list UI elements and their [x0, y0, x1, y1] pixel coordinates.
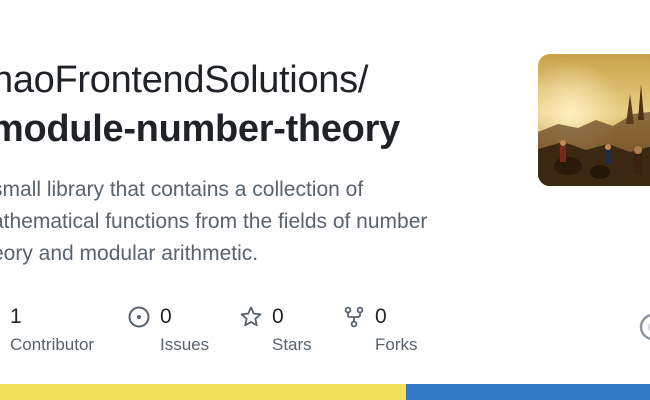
landscape-painting-image	[538, 54, 650, 186]
issue-opened-icon	[128, 306, 150, 328]
issues-label: Issues	[160, 335, 210, 354]
contributors-count: 1	[10, 305, 22, 328]
language-bar-segment	[0, 384, 406, 400]
repo-owner[interactable]: naoFrontendSolutions/	[0, 58, 368, 102]
fork-icon	[344, 306, 364, 328]
repo-name[interactable]: module-number-theory	[0, 106, 400, 152]
stars-label: Stars	[272, 335, 312, 354]
forks-label: Forks	[375, 335, 418, 354]
repo-description: small library that contains a collection…	[0, 174, 492, 270]
language-bar-segment	[406, 384, 650, 400]
repo-social-card: naoFrontendSolutions/ module-number-theo…	[0, 0, 650, 400]
description-line: athematical functions from the fields of…	[0, 210, 428, 233]
description-line: eory and modular arithmetic.	[0, 242, 259, 265]
contributors-label: Contributor	[10, 335, 95, 354]
owner-avatar-painting	[538, 54, 650, 186]
star-icon	[240, 306, 262, 327]
stars-count: 0	[272, 305, 284, 328]
forks-count: 0	[375, 305, 387, 328]
issues-count: 0	[160, 305, 172, 328]
github-logo-icon	[639, 314, 650, 340]
description-line: small library that contains a collection…	[0, 178, 364, 201]
